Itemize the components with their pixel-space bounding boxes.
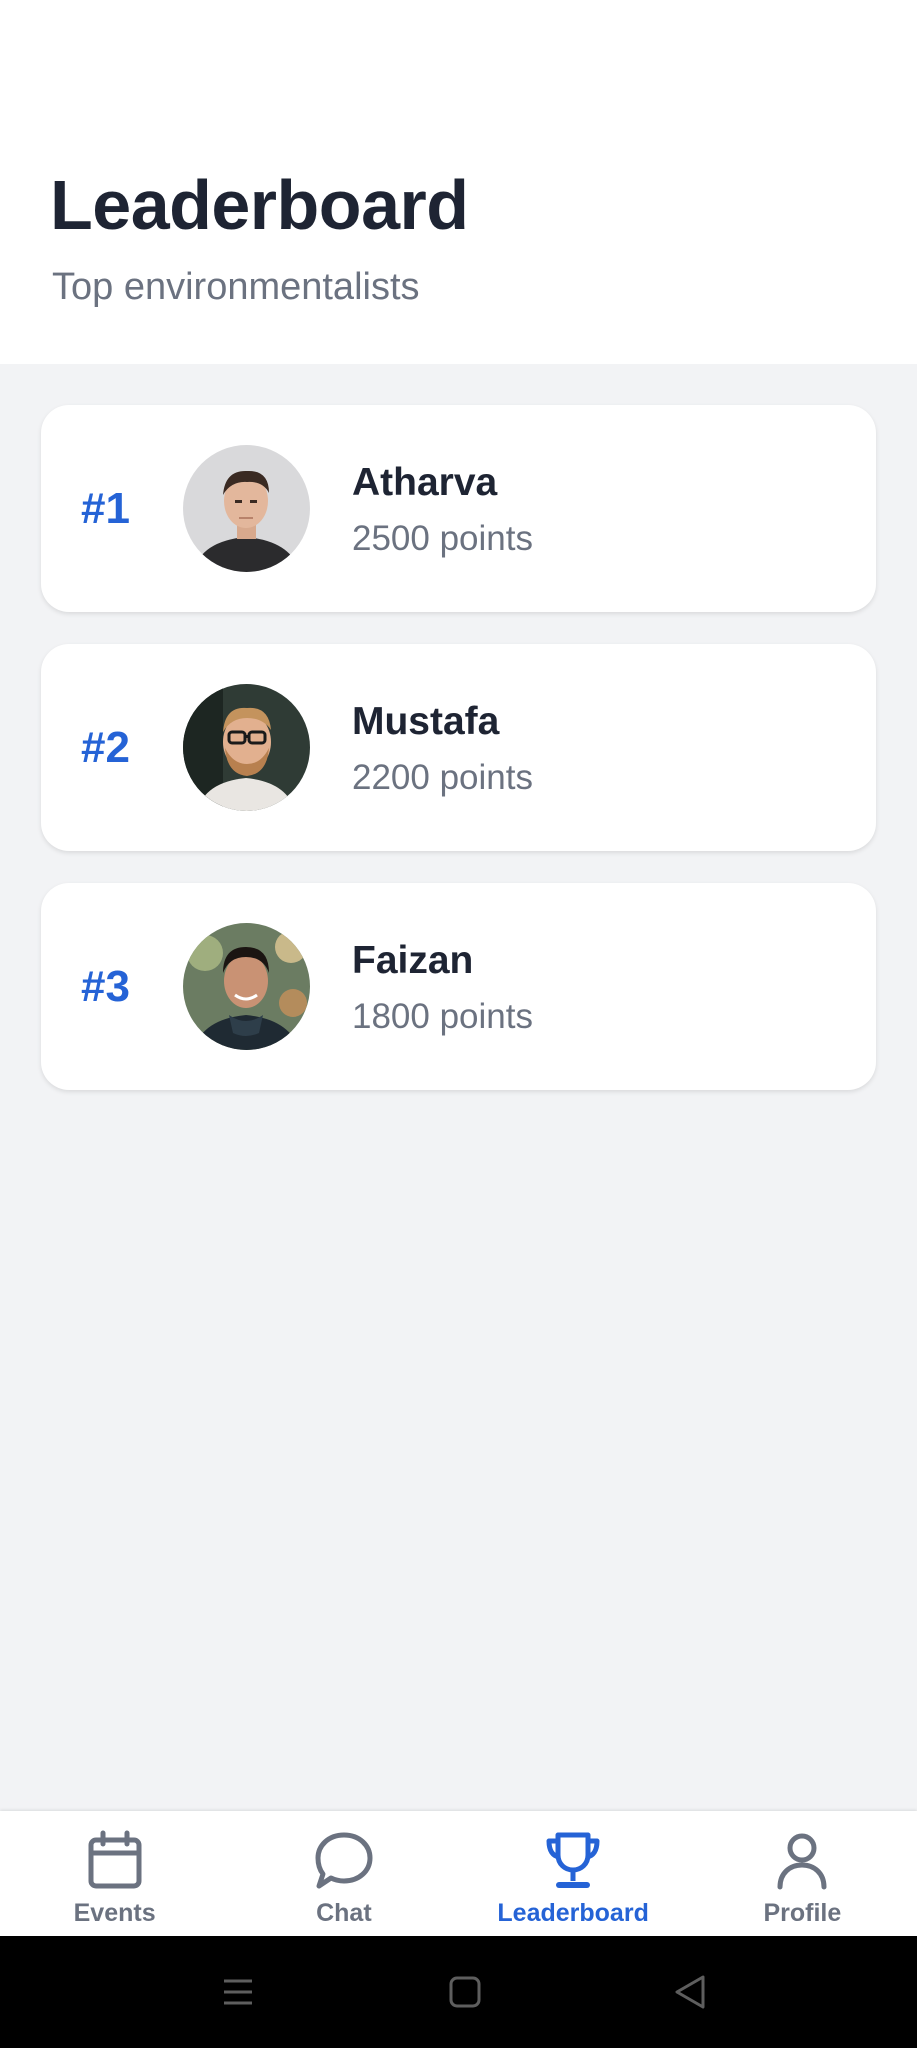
menu-icon[interactable]	[210, 1964, 266, 2020]
leaderboard-card[interactable]: #1 Atharva 2500 points	[41, 405, 876, 612]
nav-label: Profile	[763, 1899, 842, 1927]
nav-label: Events	[73, 1899, 156, 1927]
leader-name: Faizan	[352, 939, 474, 982]
chat-bubble-icon	[315, 1832, 373, 1889]
leader-name: Mustafa	[352, 700, 500, 743]
person-icon	[777, 1833, 827, 1890]
page-header: Leaderboard Top environmentalists	[0, 0, 917, 364]
nav-item-profile[interactable]: Profile	[688, 1811, 917, 1936]
bottom-nav: Events Chat Leaderboard Profile	[0, 1811, 917, 1936]
avatar	[183, 923, 310, 1050]
leaderboard-card[interactable]: #3 Faizan 1800 points	[41, 883, 876, 1090]
system-nav-bar	[0, 1936, 917, 2048]
leaderboard-card[interactable]: #2 Mustafa 2200 points	[41, 644, 876, 851]
nav-item-events[interactable]: Events	[0, 1811, 229, 1936]
home-square-icon[interactable]	[437, 1964, 493, 2020]
nav-item-leaderboard[interactable]: Leaderboard	[459, 1811, 688, 1936]
leader-points: 2200 points	[352, 758, 533, 797]
calendar-icon	[88, 1830, 142, 1889]
avatar	[183, 684, 310, 811]
nav-label: Leaderboard	[497, 1899, 649, 1927]
leaderboard-list: #1 Atharva 2500 points #2 Mustafa 2200 p…	[41, 405, 876, 1122]
nav-label: Chat	[316, 1899, 372, 1927]
leader-name: Atharva	[352, 461, 498, 504]
leader-points: 2500 points	[352, 519, 533, 558]
rank-label: #1	[81, 484, 130, 533]
page-subtitle: Top environmentalists	[52, 266, 420, 308]
nav-item-chat[interactable]: Chat	[229, 1811, 458, 1936]
back-triangle-icon[interactable]	[663, 1964, 719, 2020]
rank-label: #2	[81, 723, 130, 772]
leader-points: 1800 points	[352, 997, 533, 1036]
trophy-icon	[546, 1832, 600, 1888]
avatar	[183, 445, 310, 572]
rank-label: #3	[81, 962, 130, 1011]
page-title: Leaderboard	[50, 166, 469, 244]
